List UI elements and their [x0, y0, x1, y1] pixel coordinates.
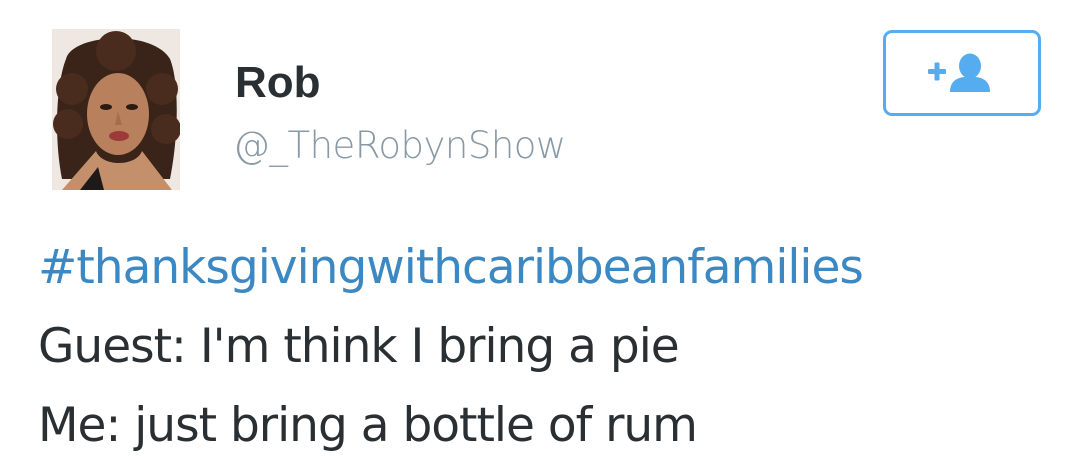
display-name[interactable]: Rob [235, 55, 321, 111]
follow-button[interactable] [883, 30, 1041, 116]
tweet-text-line: Me: just bring a bottle of rum [38, 398, 698, 453]
user-handle[interactable]: @_TheRobynShow [233, 121, 566, 171]
avatar[interactable] [52, 29, 180, 190]
add-user-icon [928, 53, 990, 92]
avatar-photo [52, 29, 180, 190]
hashtag-link[interactable]: #thanksgivingwithcaribbeanfamilies [38, 238, 864, 298]
tweet-text-line: Guest: I'm think I bring a pie [38, 319, 680, 374]
